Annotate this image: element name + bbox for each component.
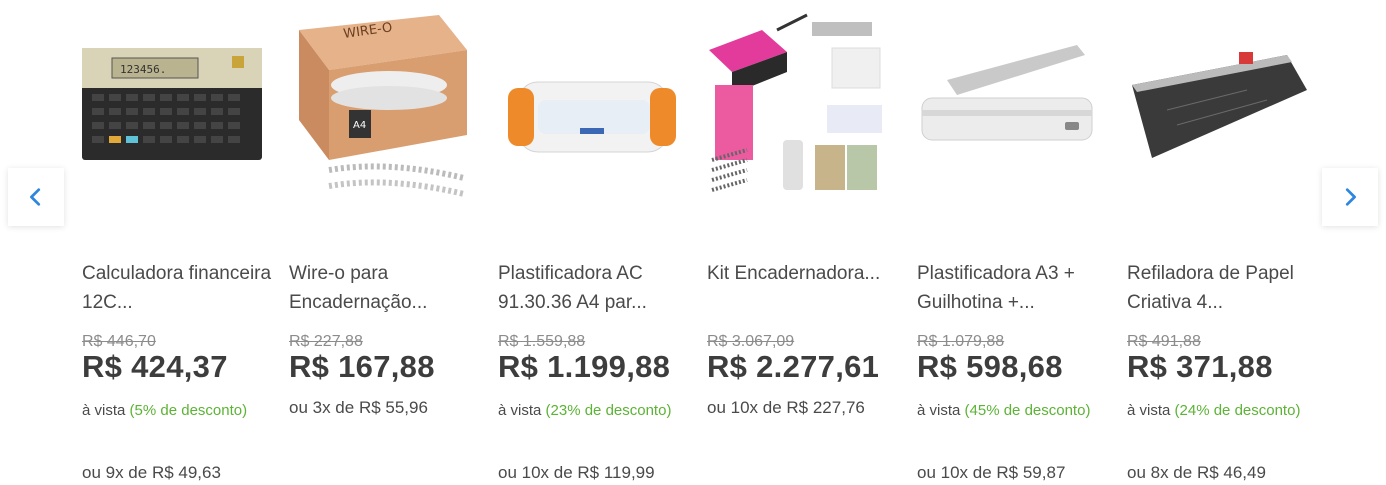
product-card[interactable]: Plastificadora A3 + Guilhotina +... R$ 1… [917, 0, 1117, 485]
product-installments: ou 9x de R$ 49,63 [82, 463, 221, 482]
product-price: R$ 371,88 [1127, 349, 1273, 384]
discount-label: (23% de desconto) [545, 402, 672, 419]
product-card[interactable]: 123456. Calculadora financeira 12C... R$… [82, 0, 282, 485]
product-title[interactable]: Kit Encadernadora... [707, 259, 897, 288]
svg-text:A4: A4 [353, 120, 366, 131]
product-title[interactable]: Plastificadora AC 91.30.36 A4 par... [498, 259, 688, 317]
discount-label: (24% de desconto) [1174, 402, 1301, 419]
product-image-binding-kit[interactable] [707, 10, 887, 200]
carousel-prev-button[interactable] [8, 168, 64, 226]
cash-label: à vista [82, 402, 130, 419]
chevron-right-icon [1345, 188, 1356, 206]
product-title[interactable]: Refiladora de Papel Criativa 4... [1127, 259, 1317, 317]
cash-label: à vista [1127, 402, 1175, 419]
product-price: R$ 1.199,88 [498, 349, 671, 384]
discount-label: (45% de desconto) [964, 402, 1091, 419]
product-title[interactable]: Calculadora financeira 12C... [82, 259, 272, 317]
cash-label: à vista [917, 402, 965, 419]
product-image-a3-laminator[interactable] [917, 10, 1097, 200]
product-price: R$ 167,88 [289, 349, 435, 384]
product-image-laminator[interactable] [498, 10, 678, 200]
chevron-left-icon [30, 188, 41, 206]
svg-text:123456.: 123456. [120, 63, 166, 76]
product-installments: ou 8x de R$ 46,49 [1127, 463, 1266, 482]
product-price: R$ 2.277,61 [707, 349, 880, 384]
product-price: R$ 424,37 [82, 349, 228, 384]
product-title[interactable]: Plastificadora A3 + Guilhotina +... [917, 259, 1107, 317]
product-carousel: 123456. Calculadora financeira 12C... R$… [0, 0, 1386, 485]
product-installments: ou 10x de R$ 227,76 [707, 398, 865, 417]
discount-label: (5% de desconto) [129, 402, 248, 419]
product-cash-info: à vista (24% de desconto) [1127, 394, 1302, 427]
cash-label: à vista [498, 402, 546, 419]
product-card[interactable]: WIRE-O A4 Wire-o para Encadernação... R$… [289, 0, 489, 485]
product-price: R$ 598,68 [917, 349, 1063, 384]
product-card[interactable]: Plastificadora AC 91.30.36 A4 par... R$ … [498, 0, 698, 485]
product-image-calculator[interactable]: 123456. [82, 10, 262, 200]
product-cash-info: à vista (45% de desconto) [917, 394, 1092, 427]
product-installments: ou 10x de R$ 59,87 [917, 463, 1066, 482]
product-title[interactable]: Wire-o para Encadernação... [289, 259, 479, 317]
product-image-wire-o[interactable]: WIRE-O A4 [289, 10, 469, 200]
product-card[interactable]: Refiladora de Papel Criativa 4... R$ 491… [1127, 0, 1327, 485]
product-card[interactable]: Kit Encadernadora... R$ 3.067,09 R$ 2.27… [707, 0, 907, 485]
product-installments: ou 3x de R$ 55,96 [289, 398, 428, 417]
product-cash-info: à vista (23% de desconto) [498, 394, 673, 427]
product-image-paper-trimmer[interactable] [1127, 10, 1307, 200]
product-cash-info: à vista (5% de desconto) [82, 394, 257, 427]
product-installments: ou 10x de R$ 119,99 [498, 463, 655, 482]
carousel-next-button[interactable] [1322, 168, 1378, 226]
